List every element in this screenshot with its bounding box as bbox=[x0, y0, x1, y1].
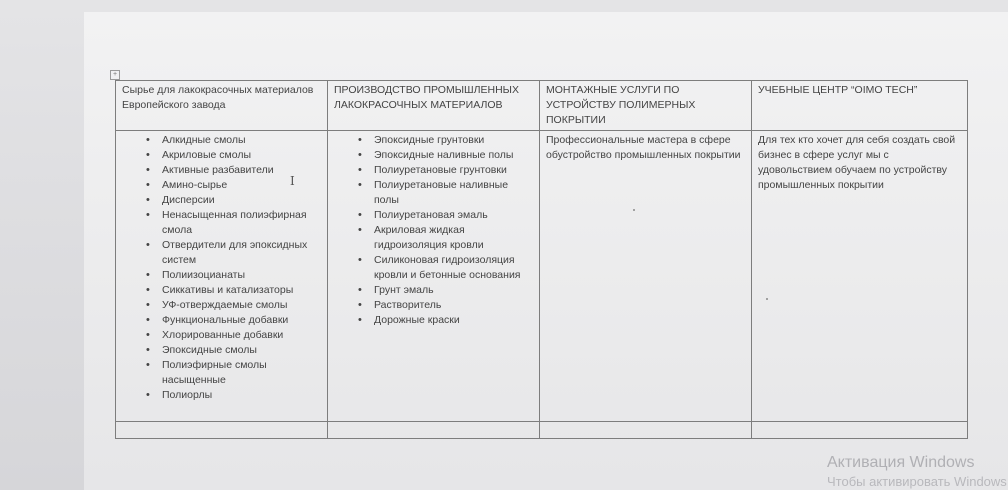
list-item: Эпоксидные наливные полы bbox=[334, 148, 533, 163]
table-move-handle-icon[interactable]: + bbox=[110, 70, 120, 80]
installation-description: Профессиональные мастера в сфере обустро… bbox=[546, 134, 741, 161]
list-item: УФ-отверждаемые смолы bbox=[122, 298, 321, 313]
header-cell-production[interactable]: ПРОИЗВОДСТВО ПРОМЫШЛЕННЫХ ЛАКОКРАСОЧНЫХ … bbox=[327, 80, 540, 131]
list-item: Дорожные краски bbox=[334, 313, 533, 328]
empty-cell[interactable] bbox=[115, 421, 328, 439]
list-item: Полиуретановые грунтовки bbox=[334, 163, 533, 178]
list-item: Отвердители для эпоксидных систем bbox=[122, 238, 321, 268]
activation-watermark-title: Активация Windows bbox=[827, 454, 975, 471]
list-item: Акриловые смолы bbox=[122, 148, 321, 163]
cell-raw-materials-list[interactable]: Алкидные смолы Акриловые смолы Активные … bbox=[115, 130, 328, 422]
list-item: Полиуретановые наливные полы bbox=[334, 178, 533, 208]
list-item: Растворитель bbox=[334, 298, 533, 313]
empty-cell[interactable] bbox=[751, 421, 968, 439]
training-description: Для тех кто хочет для себя создать свой … bbox=[758, 134, 956, 191]
cell-production-list[interactable]: Эпоксидные грунтовки Эпоксидные наливные… bbox=[327, 130, 540, 422]
header-text-training: УЧЕБНЫЕ ЦЕНТР “OIMO TECH” bbox=[758, 84, 918, 96]
header-text-raw-materials: Сырье для лакокрасочных материалов Европ… bbox=[122, 84, 314, 111]
table-body-row: Алкидные смолы Акриловые смолы Активные … bbox=[115, 130, 968, 422]
services-table: Сырье для лакокрасочных материалов Европ… bbox=[115, 80, 968, 439]
cell-training-text[interactable]: Для тех кто хочет для себя создать свой … bbox=[751, 130, 968, 422]
list-item: Сиккативы и катализаторы bbox=[122, 283, 321, 298]
list-item: Полиорлы bbox=[122, 388, 321, 403]
list-item: Полиэфирные смолы насыщенные bbox=[122, 358, 321, 388]
activation-watermark-subtitle: Чтобы активировать Windows bbox=[827, 474, 1007, 489]
speck-dot bbox=[633, 209, 635, 211]
list-item: Хлорированные добавки bbox=[122, 328, 321, 343]
table-empty-row bbox=[115, 421, 968, 439]
list-item: Дисперсии bbox=[122, 193, 321, 208]
list-item: Ненасыщенная полиэфирная смола bbox=[122, 208, 321, 238]
list-item: Полиуретановая эмаль bbox=[334, 208, 533, 223]
text-cursor-icon: I bbox=[290, 174, 295, 188]
header-cell-raw-materials[interactable]: Сырье для лакокрасочных материалов Европ… bbox=[115, 80, 328, 131]
list-item: Функциональные добавки bbox=[122, 313, 321, 328]
empty-cell[interactable] bbox=[327, 421, 540, 439]
table-header-row: Сырье для лакокрасочных материалов Европ… bbox=[115, 80, 968, 131]
list-item: Грунт эмаль bbox=[334, 283, 533, 298]
speck-dot bbox=[766, 298, 768, 300]
header-text-installation: МОНТАЖНЫЕ УСЛУГИ ПО УСТРОЙСТВУ ПОЛИМЕРНЫ… bbox=[546, 84, 696, 126]
production-list: Эпоксидные грунтовки Эпоксидные наливные… bbox=[334, 133, 533, 328]
cell-installation-text[interactable]: Профессиональные мастера в сфере обустро… bbox=[539, 130, 752, 422]
empty-cell[interactable] bbox=[539, 421, 752, 439]
header-text-production: ПРОИЗВОДСТВО ПРОМЫШЛЕННЫХ ЛАКОКРАСОЧНЫХ … bbox=[334, 84, 519, 111]
header-cell-training[interactable]: УЧЕБНЫЕ ЦЕНТР “OIMO TECH” bbox=[751, 80, 968, 131]
header-cell-installation[interactable]: МОНТАЖНЫЕ УСЛУГИ ПО УСТРОЙСТВУ ПОЛИМЕРНЫ… bbox=[539, 80, 752, 131]
list-item: Полиизоцианаты bbox=[122, 268, 321, 283]
list-item: Акриловая жидкая гидроизоляция кровли bbox=[334, 223, 533, 253]
list-item: Силиконовая гидроизоляция кровли и бетон… bbox=[334, 253, 533, 283]
list-item: Алкидные смолы bbox=[122, 133, 321, 148]
list-item: Эпоксидные смолы bbox=[122, 343, 321, 358]
list-item: Эпоксидные грунтовки bbox=[334, 133, 533, 148]
